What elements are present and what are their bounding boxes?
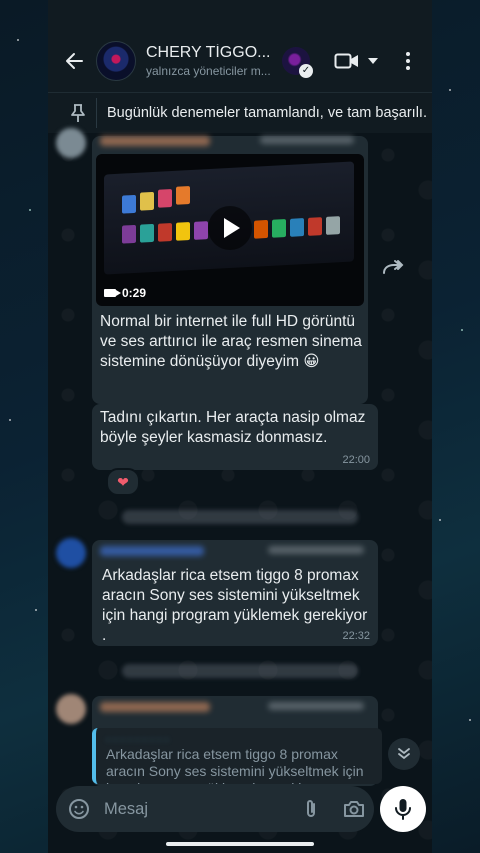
message-time: 22:32 xyxy=(342,630,370,642)
chevron-down-icon[interactable] xyxy=(368,58,378,64)
home-indicator[interactable] xyxy=(166,842,314,846)
sender-avatar[interactable] xyxy=(56,694,86,724)
menu-icon[interactable] xyxy=(406,52,410,70)
sender-avatar[interactable] xyxy=(56,538,86,568)
sender-phone-blurred xyxy=(268,546,364,554)
camera-icon[interactable] xyxy=(342,798,366,820)
admin-avatar[interactable]: ✓ xyxy=(282,47,313,78)
video-camera-icon xyxy=(104,289,121,297)
video-duration-text: 0:29 xyxy=(122,286,147,300)
sender-phone-blurred xyxy=(268,702,364,710)
attach-icon[interactable] xyxy=(300,798,322,820)
pinned-message-text: Bugünlük denemeler tamamlandı, ve tam ba… xyxy=(107,105,427,121)
system-notice-blurred xyxy=(122,664,358,678)
back-arrow-icon[interactable] xyxy=(62,49,86,73)
pinned-message-bar[interactable]: Bugünlük denemeler tamamlandı, ve tam ba… xyxy=(48,92,432,133)
chevron-down-icon xyxy=(398,748,410,760)
pin-icon xyxy=(60,98,97,128)
message-time: 22:00 xyxy=(342,454,370,466)
sender-name-blurred xyxy=(100,136,210,146)
mic-icon xyxy=(395,799,411,820)
group-title: CHERY TİGGO... xyxy=(146,44,271,61)
group-info[interactable]: CHERY TİGGO... yalnızca yöneticiler m... xyxy=(146,44,276,78)
sender-name-blurred xyxy=(100,546,204,556)
message-text: Arkadaşlar rica etsem tiggo 8 promax ara… xyxy=(102,567,368,644)
quoted-message-text: Arkadaşlar rica etsem tiggo 8 promax ara… xyxy=(106,746,364,784)
video-thumbnail[interactable]: 0:29 xyxy=(96,154,364,306)
scroll-to-bottom-button[interactable] xyxy=(388,738,420,770)
message-composer[interactable]: Mesaj xyxy=(56,786,374,832)
video-caption: Normal bir internet ile full HD görüntü … xyxy=(100,313,362,370)
text-message-bubble[interactable]: Arkadaşlar rica etsem tiggo 8 promax ara… xyxy=(92,540,378,646)
group-subtitle: yalnızca yöneticiler m... xyxy=(146,64,271,78)
play-icon[interactable] xyxy=(208,206,252,250)
message-text: Tadını çıkartın. Her araçta nasip olmaz … xyxy=(100,409,366,446)
message-input[interactable]: Mesaj xyxy=(104,800,284,819)
heart-reaction[interactable]: ❤ xyxy=(106,468,140,496)
chat-screen: CHERY TİGGO... yalnızca yöneticiler m...… xyxy=(48,0,432,853)
group-avatar[interactable] xyxy=(96,41,136,81)
system-notice-blurred xyxy=(122,510,358,524)
video-duration: 0:29 xyxy=(104,286,146,300)
quoted-message[interactable]: · · · · · · · · · Arkadaşlar rica etsem … xyxy=(92,728,382,784)
sender-avatar[interactable] xyxy=(56,128,86,158)
verified-check-icon: ✓ xyxy=(299,64,313,78)
sender-name-blurred xyxy=(100,702,210,712)
heart-icon: ❤ xyxy=(117,473,129,490)
forward-icon[interactable] xyxy=(376,252,410,282)
mic-button[interactable] xyxy=(380,786,426,832)
sender-phone-blurred xyxy=(260,136,354,144)
video-call-icon[interactable] xyxy=(334,51,360,71)
quoted-sender-blurred: · · · · · · · · · xyxy=(106,732,169,746)
text-message-bubble[interactable]: Tadını çıkartın. Her araçta nasip olmaz … xyxy=(92,404,378,470)
emoji-icon[interactable] xyxy=(68,798,90,820)
